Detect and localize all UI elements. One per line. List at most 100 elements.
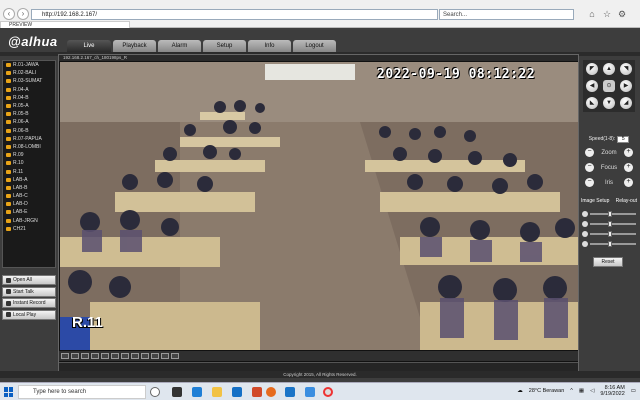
clock[interactable]: 8:16 AM 9/19/2022: [600, 385, 624, 397]
ptz-auto-icon[interactable]: ⊙: [603, 80, 615, 92]
focus-out-icon[interactable]: −: [585, 163, 594, 172]
timestamp-overlay: 2022-09-19 08:12:22: [377, 67, 536, 82]
browser-tab[interactable]: PREVIEW: [0, 21, 130, 28]
channel-item[interactable]: CH21: [3, 225, 55, 233]
channel-item[interactable]: LAB-D: [3, 200, 55, 208]
channel-item[interactable]: R.05-B: [3, 110, 55, 118]
back-icon[interactable]: ‹: [3, 8, 15, 20]
firefox-icon[interactable]: [266, 387, 276, 397]
edge-icon[interactable]: [192, 387, 202, 397]
channel-item[interactable]: LAB-A: [3, 176, 55, 184]
channel-item[interactable]: R.06-B: [3, 127, 55, 135]
brightness-slider[interactable]: [590, 211, 636, 217]
edge-legacy-icon[interactable]: [305, 387, 315, 397]
ptz-down-left-icon[interactable]: ◣: [586, 97, 598, 109]
reset-button[interactable]: Reset: [593, 257, 623, 267]
layout-9-icon[interactable]: [81, 353, 89, 359]
network-icon[interactable]: ▦: [579, 388, 584, 394]
local-play-button[interactable]: Local Play: [2, 309, 56, 320]
ptz-up-right-icon[interactable]: ◥: [620, 63, 632, 75]
internet-explorer-icon[interactable]: [285, 387, 295, 397]
iris-in-icon[interactable]: +: [624, 178, 633, 187]
gear-icon[interactable]: ⚙: [616, 8, 628, 20]
channel-item[interactable]: R.05-A: [3, 102, 55, 110]
tab-playback[interactable]: Playback: [113, 40, 156, 52]
zoom-out-icon[interactable]: −: [585, 148, 594, 157]
ptz-down-right-icon[interactable]: ◢: [620, 97, 632, 109]
hue-slider[interactable]: [590, 241, 636, 247]
tab-live[interactable]: Live: [67, 40, 111, 52]
address-bar[interactable]: http://192.168.2.167/: [31, 9, 438, 20]
contrast-slider[interactable]: [590, 221, 636, 227]
channel-item[interactable]: R.11: [3, 167, 55, 175]
camera-feed[interactable]: 2022-09-19 08:12:22 R.11: [60, 62, 578, 350]
channel-item[interactable]: R.09: [3, 151, 55, 159]
open-all-button[interactable]: Open All: [2, 275, 56, 285]
focus-in-icon[interactable]: +: [624, 163, 633, 172]
channel-item[interactable]: LAB-JRGN: [3, 217, 55, 225]
tab-alarm[interactable]: Alarm: [158, 40, 201, 52]
layout-25-icon[interactable]: [101, 353, 109, 359]
layout-16-icon[interactable]: [91, 353, 99, 359]
ptz-down-icon[interactable]: ▼: [603, 97, 615, 109]
weather-text[interactable]: 28°C Berawan: [529, 388, 565, 394]
audio-icon[interactable]: [161, 353, 169, 359]
hue-knob[interactable]: [608, 241, 613, 247]
close-video-icon[interactable]: [171, 353, 179, 359]
tab-setup[interactable]: Setup: [203, 40, 246, 52]
tab-logout[interactable]: Logout: [293, 40, 336, 52]
taskbar-search-input[interactable]: Type here to search: [18, 385, 146, 399]
channel-item[interactable]: R.04-A: [3, 86, 55, 94]
horizontal-scrollbar[interactable]: [59, 362, 578, 371]
start-talk-button[interactable]: Start Talk: [2, 286, 56, 297]
contrast-knob[interactable]: [608, 221, 613, 227]
brightness-icon: [582, 211, 588, 217]
channel-item[interactable]: LAB-C: [3, 192, 55, 200]
tab-info[interactable]: Info: [248, 40, 291, 52]
layout-36-icon[interactable]: [111, 353, 119, 359]
record-toggle-icon[interactable]: [141, 353, 149, 359]
cortana-icon[interactable]: [150, 387, 160, 397]
zoom-in-icon[interactable]: +: [624, 148, 633, 157]
brightness-knob[interactable]: [608, 211, 613, 217]
channel-item[interactable]: R.07-PAPUA: [3, 135, 55, 143]
ptz-up-icon[interactable]: ▲: [603, 63, 615, 75]
instant-record-button[interactable]: Instant Record: [2, 298, 56, 308]
star-icon[interactable]: ☆: [601, 8, 613, 20]
channel-item[interactable]: LAB-E: [3, 208, 55, 216]
browser-search-input[interactable]: Search...: [439, 9, 574, 20]
saturation-slider[interactable]: [590, 231, 636, 237]
ptz-left-icon[interactable]: ◀: [586, 80, 598, 92]
channel-item[interactable]: LAB-B: [3, 184, 55, 192]
snapshot-icon[interactable]: [131, 353, 139, 359]
zoom-icon[interactable]: [151, 353, 159, 359]
task-view-icon[interactable]: [172, 387, 182, 397]
fullscreen-icon[interactable]: [121, 353, 129, 359]
channel-item[interactable]: R.08-LOMBI: [3, 143, 55, 151]
volume-icon[interactable]: ◁: [590, 388, 594, 394]
forward-icon[interactable]: ›: [17, 8, 29, 20]
channel-item[interactable]: R.03-SUMAT: [3, 77, 55, 85]
iris-out-icon[interactable]: −: [585, 178, 594, 187]
home-icon[interactable]: ⌂: [586, 8, 598, 20]
layout-1-icon[interactable]: [61, 353, 69, 359]
layout-4-icon[interactable]: [71, 353, 79, 359]
saturation-knob[interactable]: [608, 231, 613, 237]
office-icon[interactable]: [252, 387, 262, 397]
chrome-icon[interactable]: [323, 387, 333, 397]
relay-out-label[interactable]: Relay-out: [616, 198, 637, 204]
speed-select[interactable]: 5: [617, 136, 630, 143]
file-explorer-icon[interactable]: [212, 387, 222, 397]
channel-item[interactable]: R.01-JAWA: [3, 61, 55, 69]
notification-icon[interactable]: ▭: [631, 388, 636, 394]
ptz-up-left-icon[interactable]: ◤: [586, 63, 598, 75]
channel-label: R.04-B: [13, 94, 29, 101]
channel-item[interactable]: R.02-BALI: [3, 69, 55, 77]
ptz-right-icon[interactable]: ▶: [620, 80, 632, 92]
store-icon[interactable]: [232, 387, 242, 397]
windows-start-icon[interactable]: [4, 387, 14, 397]
channel-item[interactable]: R.06-A: [3, 118, 55, 126]
tray-overflow-icon[interactable]: ^: [570, 388, 573, 394]
channel-item[interactable]: R.04-B: [3, 94, 55, 102]
channel-item[interactable]: R.10: [3, 159, 55, 167]
